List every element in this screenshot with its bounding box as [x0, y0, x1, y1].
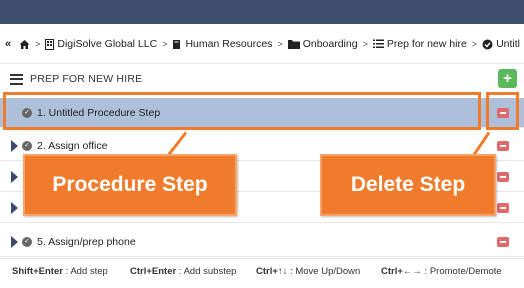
breadcrumb-label: Human Resources: [185, 38, 273, 50]
check-circle-icon: ✓: [22, 140, 32, 151]
shortcut-bar: Shift+Enter : Add step Ctrl+Enter : Add …: [0, 258, 524, 284]
shortcut-action: : Add substep: [176, 266, 237, 277]
breadcrumb-item-folder[interactable]: Onboarding: [287, 38, 358, 50]
procedure-step-highlight: [3, 92, 481, 130]
breadcrumb-item-step[interactable]: Untitl: [482, 38, 520, 50]
top-nav-bar: [0, 0, 524, 24]
delete-step-callout: Delete Step: [320, 154, 496, 216]
expand-arrow-icon[interactable]: [11, 201, 18, 214]
breadcrumb-item-company[interactable]: DigiSolve Global LLC: [45, 38, 157, 50]
shortcut-hint: Shift+Enter : Add step: [12, 266, 108, 277]
shortcut-hint: Ctrl+←→ : Promote/Demote: [381, 266, 502, 277]
shortcut-keys: Ctrl+Enter: [130, 266, 177, 277]
expand-arrow-icon[interactable]: [11, 139, 18, 152]
procedure-title: PREP FOR NEW HIRE: [10, 70, 142, 88]
step-label[interactable]: 2. Assign office: [37, 140, 107, 152]
callout-label: Procedure Step: [52, 173, 208, 196]
breadcrumb-label: Prep for new hire: [386, 38, 467, 50]
chevron-right-icon: >: [277, 39, 283, 49]
shortcut-action: : Add step: [62, 266, 108, 277]
shortcut-action: : Move Up/Down: [287, 266, 361, 277]
procedure-step-callout: Procedure Step: [23, 154, 237, 216]
list-icon: [372, 39, 384, 48]
step-row[interactable]: ✓ 5. Assign/prep phone: [0, 227, 524, 257]
shortcut-keys: Ctrl+↑↓: [256, 266, 288, 277]
divider: [0, 63, 524, 64]
building-icon: [45, 38, 55, 50]
breadcrumb: « > DigiSolve Global LLC > Human Resourc…: [0, 30, 524, 58]
shortcut-hint: Ctrl+↑↓ : Move Up/Down: [256, 266, 360, 277]
shortcut-keys: Shift+Enter: [12, 266, 63, 277]
check-circle-icon: ✓: [22, 236, 32, 247]
list-numbered-icon: [10, 73, 23, 85]
chevron-right-icon: >: [471, 39, 478, 49]
breadcrumb-label: Onboarding: [302, 38, 358, 50]
chevron-right-icon: >: [35, 39, 41, 49]
shortcut-action: : Promote/Demote: [421, 266, 502, 277]
expand-arrow-icon[interactable]: [11, 170, 18, 183]
breadcrumb-item-department[interactable]: Human Resources: [172, 38, 272, 50]
breadcrumb-label: Untitl: [496, 38, 520, 50]
breadcrumb-item-procedure[interactable]: Prep for new hire: [372, 38, 467, 50]
procedure-title-text: PREP FOR NEW HIRE: [30, 73, 143, 85]
book-icon: [173, 39, 181, 49]
breadcrumb-label: DigiSolve Global LLC: [57, 38, 158, 50]
shortcut-hint: Ctrl+Enter : Add substep: [130, 266, 236, 277]
chevron-right-icon: >: [362, 39, 368, 49]
delete-step-button[interactable]: [497, 172, 509, 182]
expand-arrow-icon[interactable]: [11, 235, 18, 248]
folder-icon: [287, 40, 300, 49]
delete-step-button[interactable]: [497, 141, 509, 151]
add-step-button[interactable]: +: [498, 69, 517, 88]
callout-label: Delete Step: [350, 173, 466, 196]
chevron-right-icon: >: [162, 39, 168, 49]
step-label[interactable]: 5. Assign/prep phone: [37, 236, 136, 248]
home-icon[interactable]: [19, 39, 30, 50]
delete-step-highlight: [486, 92, 519, 130]
delete-step-button[interactable]: [497, 203, 509, 213]
shortcut-keys: Ctrl+←→: [381, 266, 422, 277]
delete-step-button[interactable]: [497, 237, 509, 247]
check-circle-icon: [482, 39, 493, 49]
collapse-icon[interactable]: «: [5, 38, 11, 50]
